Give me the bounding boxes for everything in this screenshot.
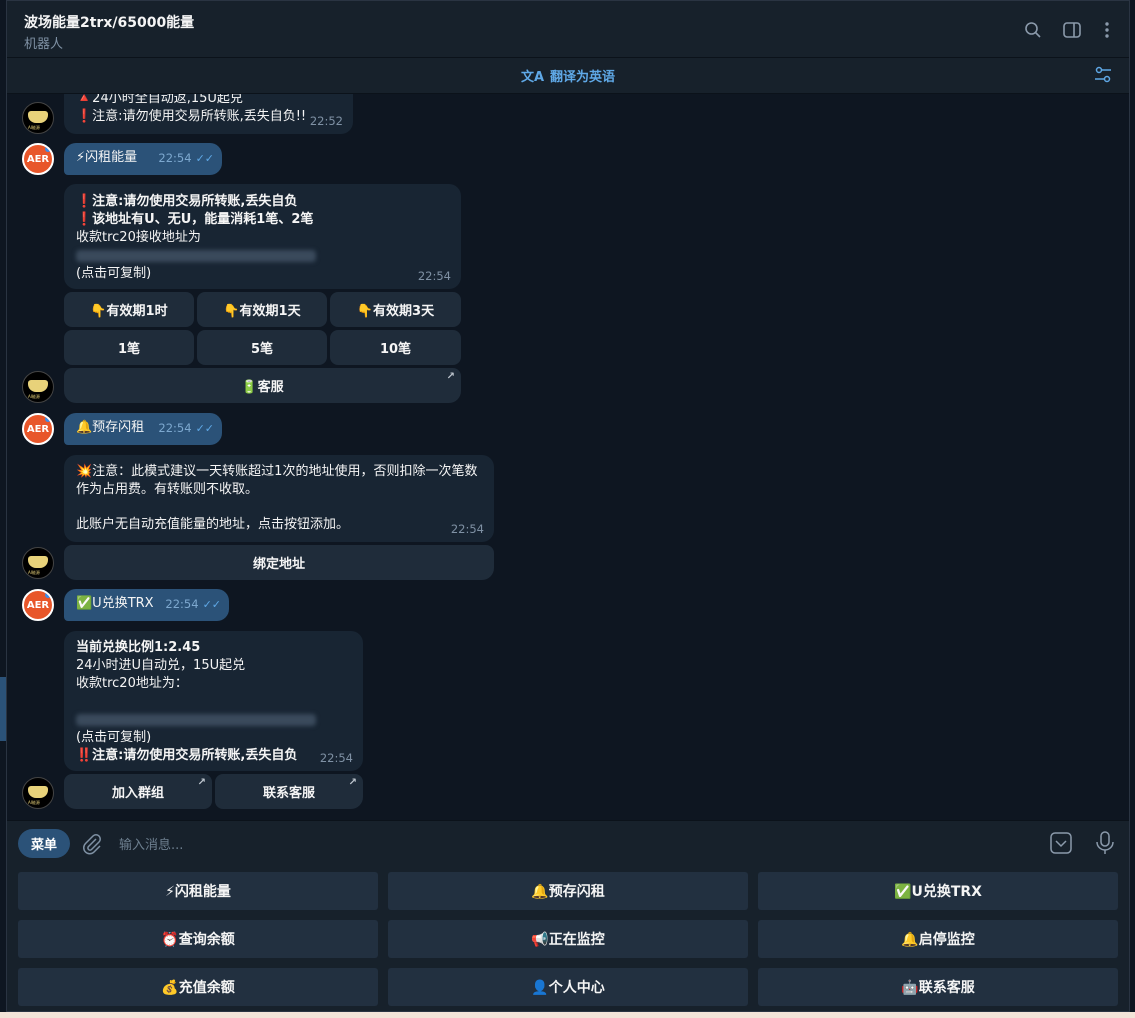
scroll-indicator: [0, 677, 6, 741]
contact-support-button[interactable]: 联系客服 ↗: [215, 774, 363, 809]
inline-button[interactable]: 👇有效期1时: [64, 292, 194, 327]
message-bubble: ⚡闪租能量 22:54 ✓✓: [64, 143, 222, 175]
translate-bar[interactable]: 文A 翻译为英语: [7, 58, 1129, 94]
message-bubble: 当前兑换比例1:2.45 24小时进U自动兑，15U起兑 收款trc20地址为：…: [64, 631, 363, 771]
message-text: (点击可复制): [76, 730, 152, 745]
message-text: 作为占用费。有转账则不收取。: [76, 482, 259, 497]
message-text: 💥注意：此模式建议一天转账超过1次的地址使用，否则扣除一次笔数: [76, 464, 478, 479]
message-text: 🔔预存闪租: [76, 420, 145, 435]
message-text: 🔺24小时全自动返,15U起兑: [76, 94, 243, 106]
message-input[interactable]: 输入消息...: [119, 834, 183, 853]
translate-label: 翻译为英语: [550, 70, 616, 85]
inline-button[interactable]: 1笔: [64, 330, 194, 365]
window-bottom-edge: [0, 1012, 1135, 1018]
wallet-address-redacted[interactable]: [76, 247, 449, 265]
message-time: 22:52: [309, 114, 343, 128]
message-bubble: ✅U兑换TRX 22:54 ✓✓: [64, 589, 229, 621]
more-menu-icon[interactable]: [1096, 19, 1118, 41]
message-time: 22:54: [165, 597, 199, 611]
bot-avatar[interactable]: AI能源: [22, 102, 54, 134]
message-bubble: 🔺24小时全自动返,15U起兑 ❗注意:请勿使用交易所转账,丢失自负!! 22:…: [64, 94, 353, 134]
reply-button[interactable]: 🤖联系客服: [758, 968, 1118, 1006]
external-link-icon: ↗: [348, 777, 357, 788]
message-text: (点击可复制): [76, 266, 152, 281]
message-text: 收款trc20接收地址为: [76, 230, 201, 245]
microphone-icon[interactable]: [1095, 831, 1115, 855]
message-time: 22:54: [158, 421, 192, 435]
message-text: ✅U兑换TRX: [76, 596, 154, 611]
user-avatar[interactable]: AER: [22, 143, 54, 175]
message-text: ⚡闪租能量: [76, 150, 138, 165]
message-text: 收款trc20地址为：: [76, 676, 188, 691]
message-time: 22:54: [417, 269, 451, 283]
reply-button[interactable]: 🔔启停监控: [758, 920, 1118, 958]
sidebar-toggle-icon[interactable]: [1061, 19, 1083, 41]
message-bubble: 🔔预存闪租 22:54 ✓✓: [64, 413, 222, 445]
reply-button[interactable]: ✅U兑换TRX: [758, 872, 1118, 910]
user-avatar[interactable]: AER: [22, 589, 54, 621]
translate-settings-icon[interactable]: [1093, 65, 1115, 87]
bot-commands-icon[interactable]: [1049, 831, 1073, 855]
message-time: 22:54: [450, 522, 484, 536]
bot-avatar[interactable]: AI能源: [22, 777, 54, 809]
inline-button[interactable]: 10笔: [330, 330, 461, 365]
message-text: 当前兑换比例1:2.45: [76, 640, 201, 655]
message-time: 22:54: [158, 151, 192, 165]
chat-title[interactable]: 波场能量2trx/65000能量: [24, 12, 194, 32]
inline-button[interactable]: 👇有效期1天: [197, 292, 327, 327]
join-group-button[interactable]: 加入群组 ↗: [64, 774, 212, 809]
reply-button[interactable]: 🔔预存闪租: [388, 872, 748, 910]
translate-icon: 文A: [520, 70, 545, 85]
button-label: 联系客服: [262, 786, 315, 801]
reply-button[interactable]: 💰充值余额: [18, 968, 378, 1006]
telegram-window: 波场能量2trx/65000能量 机器人 文A 翻译为英语 🔺24小时全自动返,…: [6, 0, 1130, 1012]
bind-address-button[interactable]: 绑定地址: [64, 545, 494, 580]
support-button[interactable]: 🔋客服 ↗: [64, 368, 461, 403]
message-list[interactable]: 🔺24小时全自动返,15U起兑 ❗注意:请勿使用交易所转账,丢失自负!! 22:…: [7, 94, 1129, 820]
message-composer: 菜单 输入消息...: [7, 820, 1129, 866]
bot-avatar[interactable]: AI能源: [22, 547, 54, 579]
message-time: 22:54: [319, 751, 353, 765]
reply-keyboard: ⚡闪租能量 🔔预存闪租 ✅U兑换TRX ⏰查询余额 📢正在监控 🔔启停监控 💰充…: [7, 866, 1129, 1011]
message-text: ❗注意:请勿使用交易所转账,丢失自负!!: [76, 109, 307, 124]
user-avatar[interactable]: AER: [22, 413, 54, 445]
message-bubble: 💥注意：此模式建议一天转账超过1次的地址使用，否则扣除一次笔数 作为占用费。有转…: [64, 455, 494, 542]
read-receipt-icon: ✓✓: [195, 152, 214, 165]
external-link-icon: ↗: [197, 777, 206, 788]
read-receipt-icon: ✓✓: [195, 422, 214, 435]
menu-button[interactable]: 菜单: [18, 829, 70, 858]
message-text: ❗该地址有U、无U，能量消耗1笔、2笔: [76, 212, 314, 227]
message-text: ‼️注意:请勿使用交易所转账,丢失自负: [76, 748, 298, 763]
message-bubble: ❗注意:请勿使用交易所转账,丢失自负 ❗该地址有U、无U，能量消耗1笔、2笔 收…: [64, 184, 461, 289]
inline-button[interactable]: 👇有效期3天: [330, 292, 461, 327]
reply-button[interactable]: ⚡闪租能量: [18, 872, 378, 910]
message-text: ❗注意:请勿使用交易所转账,丢失自负: [76, 194, 298, 209]
button-label: 加入群组: [111, 786, 164, 801]
message-text: 24小时进U自动兑，15U起兑: [76, 658, 246, 673]
wallet-address-redacted[interactable]: [76, 711, 351, 729]
message-text: 此账户无自动充值能量的地址，点击按钮添加。: [76, 517, 350, 532]
reply-button[interactable]: ⏰查询余额: [18, 920, 378, 958]
paperclip-icon[interactable]: [81, 833, 103, 855]
reply-button[interactable]: 📢正在监控: [388, 920, 748, 958]
external-link-icon: ↗: [446, 371, 455, 382]
reply-button[interactable]: 👤个人中心: [388, 968, 748, 1006]
inline-button[interactable]: 5笔: [197, 330, 327, 365]
chat-header: 波场能量2trx/65000能量 机器人: [7, 1, 1129, 58]
bot-avatar[interactable]: AI能源: [22, 371, 54, 403]
chat-subtitle: 机器人: [24, 37, 64, 52]
read-receipt-icon: ✓✓: [202, 598, 221, 611]
search-icon[interactable]: [1022, 19, 1044, 41]
button-label: 🔋客服: [241, 380, 284, 395]
